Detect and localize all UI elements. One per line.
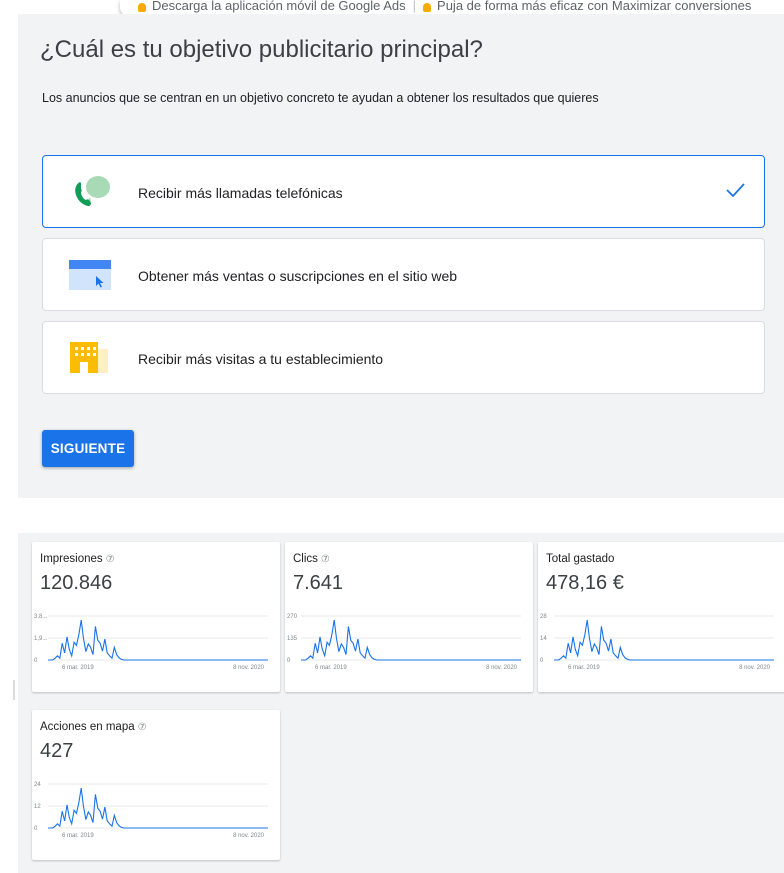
- stat-card-clicks[interactable]: Clics ⑦ 7.641 270 135 0 6 mar. 2019 8 nov. 20…: [285, 542, 533, 692]
- sparkline-series: [48, 788, 268, 829]
- notification-bidding-link[interactable]: Puja de forma más eficaz con Maximizar c…: [437, 0, 751, 12]
- x-start-label: 6 mar. 2019: [568, 665, 600, 671]
- goal-option-label: Obtener más ventas o suscripciones en el…: [138, 268, 458, 284]
- stat-card-value: 7.641: [293, 572, 344, 594]
- x-end-label: 8 nov. 2020: [486, 665, 518, 671]
- stat-card-title: Impresiones: [40, 553, 103, 565]
- stat-card-title: Acciones en mapa: [40, 721, 135, 733]
- x-end-label: 8 nov. 2020: [739, 665, 771, 671]
- stat-card-title: Total gastado: [546, 553, 615, 565]
- stat-card-value: 478,16 €: [546, 572, 624, 594]
- stat-card-map-actions[interactable]: Acciones en mapa ⑦ 427 24 12 0 6 mar. 2019 8 …: [32, 710, 280, 860]
- y-tick-label: 0: [540, 658, 544, 664]
- x-start-label: 6 mar. 2019: [315, 665, 347, 671]
- y-tick-label: 24: [34, 782, 41, 788]
- y-tick-label: 0: [34, 658, 38, 664]
- x-end-label: 8 nov. 2020: [233, 665, 265, 671]
- lightbulb-icon: [138, 3, 146, 12]
- checkmark-icon: [726, 183, 745, 198]
- help-icon[interactable]: ⑦: [321, 554, 330, 565]
- sparkline-chart: 270 135 0 6 mar. 2019 8 nov. 2020: [287, 614, 521, 671]
- stat-card-value: 120.846: [40, 572, 113, 594]
- stats-panel: Impresiones ⑦ 120.846 3,8... 1,9... 0 6 mar.…: [18, 533, 784, 873]
- goal-option-calls[interactable]: Recibir más llamadas telefónicas: [42, 155, 765, 228]
- notification-app-link[interactable]: Descarga la aplicación móvil de Google A…: [152, 0, 406, 12]
- y-tick-label: 135: [287, 636, 298, 642]
- stat-card-spend[interactable]: Total gastado 478,16 € 28 14 0 6 mar. 2019 8…: [538, 542, 784, 692]
- sparkline-series: [48, 620, 268, 661]
- goal-option-label: Recibir más llamadas telefónicas: [138, 185, 343, 201]
- divider: [13, 680, 15, 700]
- goal-option-website[interactable]: Obtener más ventas o suscripciones en el…: [42, 238, 765, 311]
- page-subtitle: Los anuncios que se centran en un objeti…: [42, 91, 599, 105]
- goal-option-store[interactable]: Recibir más visitas a tu establecimiento: [42, 321, 765, 394]
- sparkline-chart: 28 14 0 6 mar. 2019 8 nov. 2020: [540, 614, 774, 671]
- sparkline-series: [301, 620, 521, 661]
- phone-call-icon: [75, 176, 110, 206]
- x-start-label: 6 mar. 2019: [62, 665, 94, 671]
- stat-card-title: Clics: [293, 553, 318, 565]
- sparkline-chart: 24 12 0 6 mar. 2019 8 nov. 2020: [34, 782, 268, 839]
- page-title: ¿Cuál es tu objetivo publicitario princi…: [40, 36, 483, 63]
- y-tick-label: 14: [540, 636, 547, 642]
- lightbulb-icon: [423, 3, 432, 12]
- y-tick-label: 0: [34, 826, 38, 832]
- notification-divider: |: [412, 0, 417, 13]
- help-icon[interactable]: ⑦: [138, 722, 147, 733]
- goal-panel: ¿Cuál es tu objetivo publicitario princi…: [18, 14, 784, 498]
- y-tick-label: 3,8...: [34, 614, 48, 620]
- store-icon: [70, 342, 108, 373]
- sparkline-chart: 3,8... 1,9... 0 6 mar. 2019 8 nov. 2020: [34, 614, 268, 671]
- sparkline-series: [554, 620, 774, 661]
- y-tick-label: 0: [287, 658, 291, 664]
- stat-card-value: 427: [40, 740, 74, 762]
- goal-option-label: Recibir más visitas a tu establecimiento: [138, 351, 384, 367]
- y-tick-label: 270: [287, 614, 298, 620]
- stat-card-impressions[interactable]: Impresiones ⑦ 120.846 3,8... 1,9... 0 6 mar.…: [32, 542, 280, 692]
- help-icon[interactable]: ⑦: [106, 554, 115, 565]
- y-tick-label: 12: [34, 804, 41, 810]
- y-tick-label: 1,9...: [34, 636, 48, 642]
- y-tick-label: 28: [540, 614, 547, 620]
- next-button[interactable]: SIGUIENTE: [42, 430, 134, 467]
- website-icon: [69, 260, 111, 290]
- x-start-label: 6 mar. 2019: [62, 833, 94, 839]
- x-end-label: 8 nov. 2020: [233, 833, 265, 839]
